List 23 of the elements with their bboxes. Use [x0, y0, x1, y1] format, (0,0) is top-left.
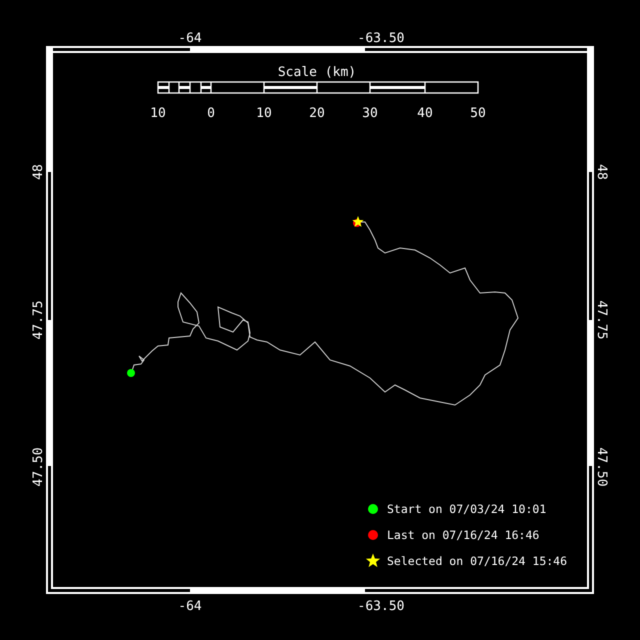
scale-label: 0 — [207, 106, 215, 121]
longitude-label: -64 — [178, 31, 202, 46]
scale-label: 40 — [417, 106, 433, 121]
scale-label: 50 — [470, 106, 486, 121]
scale-label: 10 — [256, 106, 272, 121]
legend-label: Last on 07/16/24 16:46 — [387, 528, 540, 542]
longitude-label: -64 — [178, 599, 202, 614]
longitude-label: -63.50 — [358, 31, 404, 46]
legend-label: Start on 07/03/24 10:01 — [387, 502, 546, 516]
latitude-label: 48 — [31, 164, 46, 180]
scale-label: 30 — [362, 106, 378, 121]
scale-label: 20 — [309, 106, 325, 121]
latitude-label: 47.75 — [594, 300, 609, 340]
latitude-label: 48 — [594, 164, 609, 180]
position-dot — [127, 369, 135, 377]
scale-title: Scale (km) — [278, 65, 356, 80]
scale-label: 10 — [150, 106, 166, 121]
latitude-label: 47.50 — [31, 447, 46, 487]
legend-label: Selected on 07/16/24 15:46 — [387, 554, 568, 568]
longitude-label: -63.50 — [358, 599, 404, 614]
star-marker — [352, 216, 364, 227]
latitude-label: 47.50 — [594, 447, 609, 487]
latitude-label: 47.75 — [31, 300, 46, 340]
